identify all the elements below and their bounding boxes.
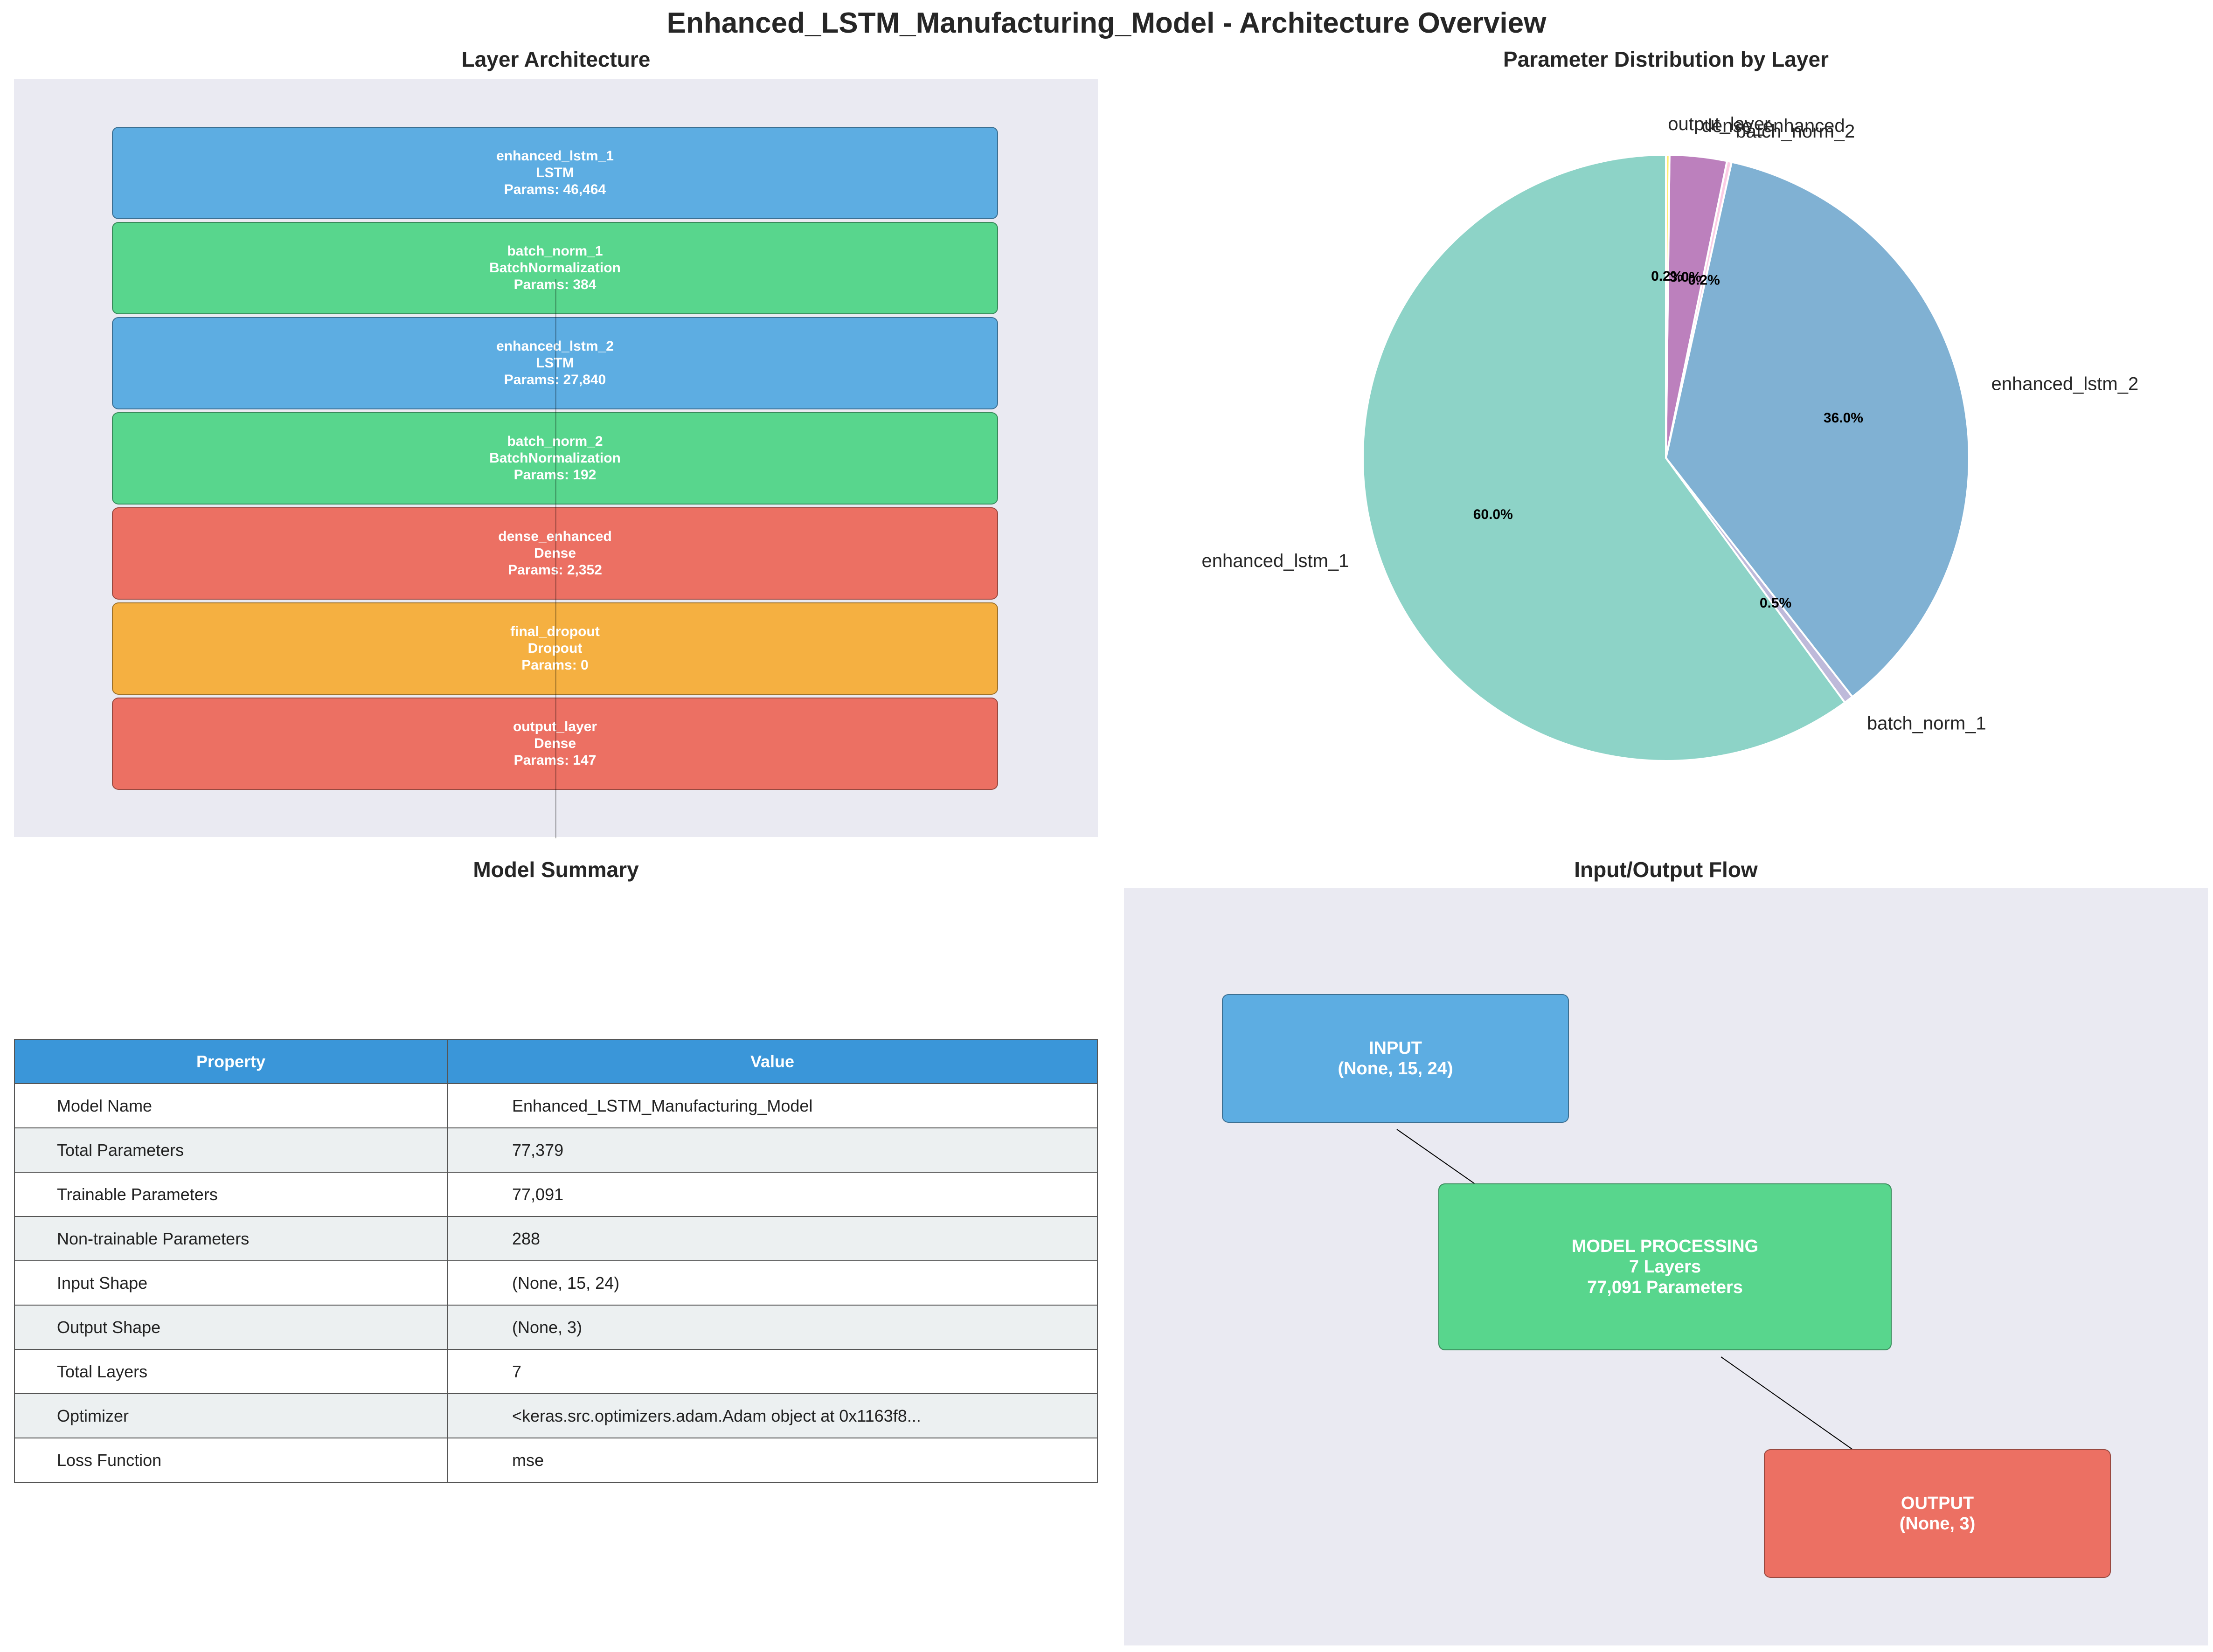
- pie-label: output_layer: [1668, 114, 1770, 134]
- row-property: Output Shape: [14, 1305, 448, 1350]
- row-value: mse: [447, 1438, 1098, 1483]
- layer-type: BatchNormalization: [489, 260, 621, 276]
- model-layer-count: 7 Layers: [1629, 1257, 1701, 1277]
- row-value: (None, 3): [447, 1305, 1098, 1350]
- table-row: Loss Function mse: [14, 1438, 1098, 1483]
- header-value: Value: [447, 1039, 1098, 1084]
- pie-percent-label: 36.0%: [1824, 410, 1863, 426]
- output-shape: (None, 3): [1899, 1514, 1976, 1534]
- layer-connector-line: [555, 279, 556, 838]
- layer-name: batch_norm_1: [507, 243, 603, 259]
- header-property: Property: [14, 1039, 448, 1084]
- io-flow-title: Input/Output Flow: [1574, 857, 1758, 882]
- row-property: Input Shape: [14, 1260, 448, 1306]
- row-value: (None, 15, 24): [447, 1260, 1098, 1306]
- layer-name: enhanced_lstm_1: [496, 148, 614, 164]
- table-row: Total Parameters 77,379: [14, 1127, 1098, 1173]
- input-label: INPUT: [1369, 1038, 1422, 1058]
- figure-title: Enhanced_LSTM_Manufacturing_Model - Arch…: [666, 7, 1547, 39]
- row-value: 77,379: [447, 1127, 1098, 1173]
- output-label: OUTPUT: [1901, 1493, 1974, 1513]
- table-row: Optimizer <keras.src.optimizers.adam.Adam…: [14, 1393, 1098, 1438]
- pie-label: enhanced_lstm_2: [1991, 374, 2138, 394]
- table-row: Non-trainable Parameters 288: [14, 1216, 1098, 1261]
- input-box: INPUT (None, 15, 24): [1222, 994, 1569, 1123]
- output-box: OUTPUT (None, 3): [1764, 1449, 2111, 1578]
- row-value: 7: [447, 1349, 1098, 1394]
- pie-chart-title: Parameter Distribution by Layer: [1503, 47, 1829, 71]
- pie-percent-label: 60.0%: [1473, 507, 1513, 522]
- row-value: <keras.src.optimizers.adam.Adam object a…: [447, 1393, 1098, 1438]
- model-summary-table: Property Value Model Name Enhanced_LSTM_M…: [14, 1039, 1098, 1483]
- pie-chart: enhanced_lstm_1 60.0% batch_norm_1 0.5% enha…: [1202, 114, 2138, 762]
- row-property: Model Name: [14, 1083, 448, 1128]
- row-property: Non-trainable Parameters: [14, 1216, 448, 1261]
- row-value: Enhanced_LSTM_Manufacturing_Model: [447, 1083, 1098, 1128]
- row-value: 288: [447, 1216, 1098, 1261]
- row-property: Trainable Parameters: [14, 1172, 448, 1217]
- layer-architecture-panel: enhanced_lstm_1 LSTM Params: 46,464 batch_n…: [14, 79, 1098, 838]
- table-row: Model Name Enhanced_LSTM_Manufacturing_Mo…: [14, 1083, 1098, 1128]
- row-property: Optimizer: [14, 1393, 448, 1438]
- model-summary-title: Model Summary: [473, 857, 639, 882]
- layer-params: Params: 46,464: [504, 182, 606, 197]
- layer-architecture-title: Layer Architecture: [461, 47, 651, 71]
- model-processing-box: MODEL PROCESSING 7 Layers 77,091 Paramet…: [1438, 1183, 1892, 1350]
- row-property: Total Layers: [14, 1349, 448, 1394]
- table-row: Input Shape (None, 15, 24): [14, 1260, 1098, 1306]
- table-row: Output Shape (None, 3): [14, 1305, 1098, 1350]
- row-value: 77,091: [447, 1172, 1098, 1217]
- pie-label: batch_norm_1: [1867, 713, 1986, 734]
- row-property: Total Parameters: [14, 1127, 448, 1173]
- layer-box-enhanced-lstm-1: enhanced_lstm_1 LSTM Params: 46,464: [112, 127, 998, 219]
- table-row: Total Layers 7: [14, 1349, 1098, 1394]
- pie-label: enhanced_lstm_1: [1202, 551, 1349, 571]
- pie-percent-label: 0.5%: [1760, 595, 1791, 611]
- table-row: Trainable Parameters 77,091: [14, 1172, 1098, 1217]
- model-processing-label: MODEL PROCESSING: [1571, 1237, 1759, 1256]
- pie-percent-label: 0.2%: [1651, 269, 1683, 284]
- row-property: Loss Function: [14, 1438, 448, 1483]
- io-flow-panel: INPUT (None, 15, 24) MODEL PROCESSING 7 …: [1124, 888, 2208, 1645]
- table-header-row: Property Value: [14, 1039, 1098, 1084]
- model-param-count: 77,091 Parameters: [1587, 1278, 1743, 1297]
- input-shape: (None, 15, 24): [1338, 1059, 1453, 1078]
- layer-type: LSTM: [536, 165, 574, 180]
